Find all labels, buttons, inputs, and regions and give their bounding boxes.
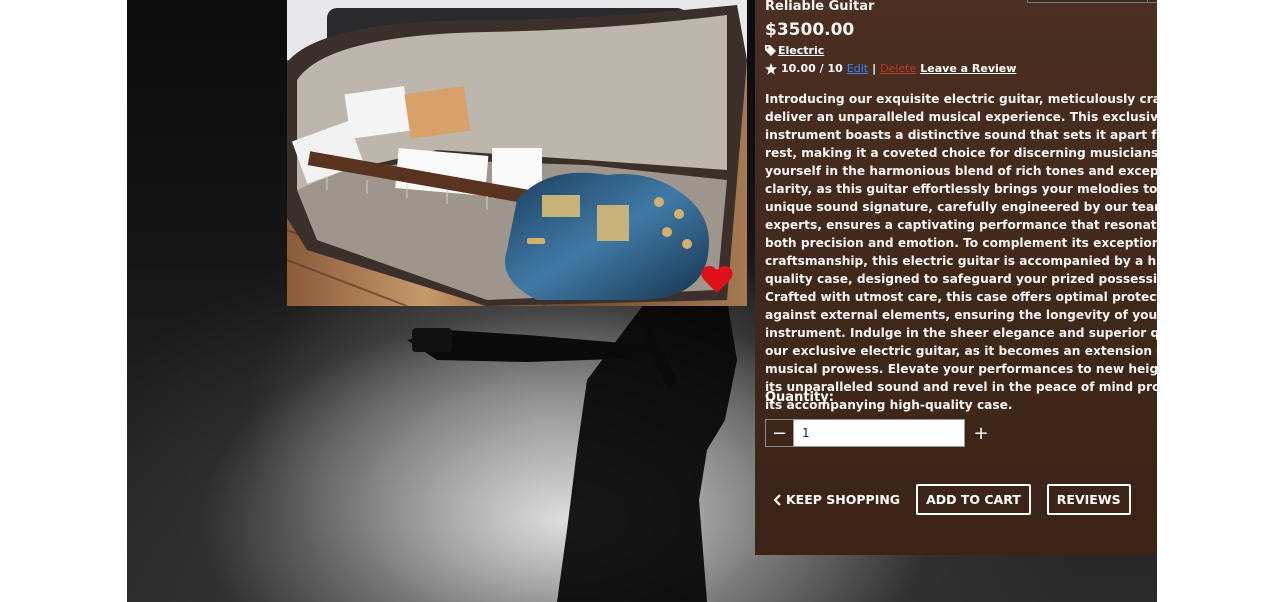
- quantity-label: Quantity:: [765, 390, 834, 405]
- size-select[interactable]: [1027, 0, 1157, 3]
- quantity-stepper: − +: [765, 419, 995, 447]
- product-title: Reliable Guitar: [765, 0, 875, 14]
- delete-link[interactable]: Delete: [880, 62, 916, 75]
- separator: |: [872, 62, 877, 75]
- edit-link[interactable]: Edit: [847, 62, 868, 75]
- increase-quantity-button[interactable]: +: [967, 419, 995, 447]
- add-to-cart-button[interactable]: ADD TO CART: [916, 484, 1031, 515]
- rating-value: 10.00 / 10: [781, 62, 843, 75]
- product-price: $3500.00: [765, 20, 855, 40]
- heart-icon[interactable]: [701, 264, 733, 294]
- guitar-case-photo: [287, 0, 747, 306]
- decrease-quantity-button[interactable]: −: [765, 419, 793, 447]
- product-description: Introducing our exquisite electric guita…: [765, 92, 1157, 412]
- background-stage: Reliable Guitar $3500.00 Electric 10.00 …: [127, 0, 1157, 602]
- keep-shopping-label: KEEP SHOPPING: [786, 492, 901, 507]
- category-link[interactable]: Electric: [778, 44, 824, 57]
- reviews-button[interactable]: REVIEWS: [1046, 484, 1131, 515]
- quantity-input[interactable]: [793, 419, 965, 447]
- product-details-panel: Reliable Guitar $3500.00 Electric 10.00 …: [755, 0, 1157, 555]
- keep-shopping-button[interactable]: KEEP SHOPPING: [773, 492, 900, 507]
- tag-icon: [765, 45, 776, 56]
- chevron-left-icon: [773, 493, 781, 506]
- guitarist-silhouette: [407, 300, 737, 602]
- leave-review-link[interactable]: Leave a Review: [920, 62, 1016, 75]
- star-icon: [765, 62, 777, 75]
- action-buttons: KEEP SHOPPING ADD TO CART REVIEWS: [773, 484, 1131, 515]
- category-row: Electric: [765, 44, 824, 57]
- rating-row: 10.00 / 10 Edit | Delete Leave a Review: [765, 62, 1016, 75]
- product-image: [287, 0, 747, 306]
